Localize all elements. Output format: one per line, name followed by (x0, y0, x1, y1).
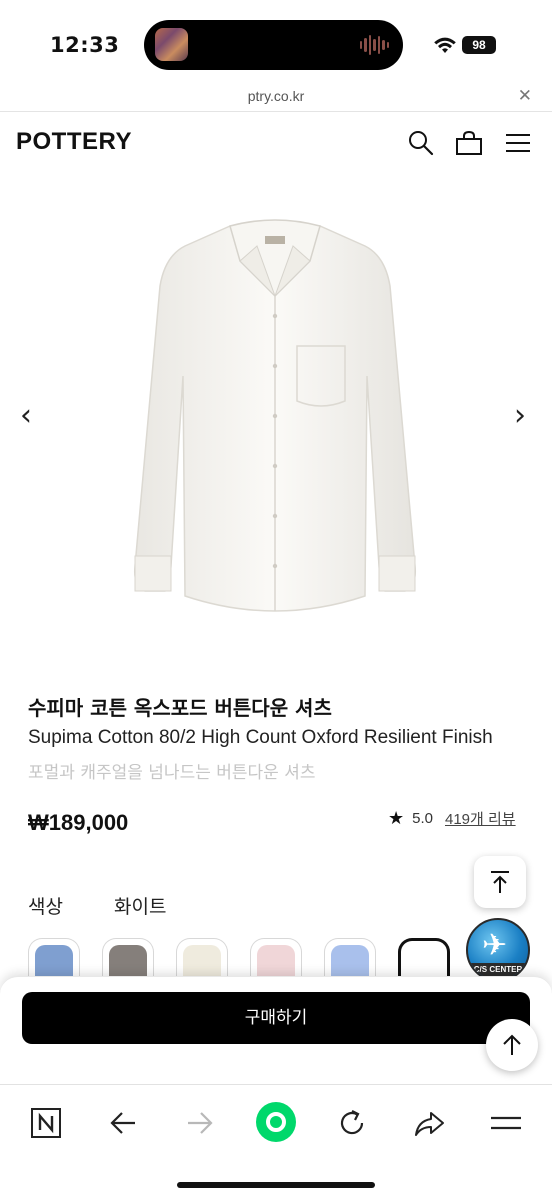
color-option-label: 색상 (28, 896, 63, 918)
scroll-top-icon (491, 871, 509, 893)
now-playing-art (155, 28, 188, 61)
rating-value: 5.0 (412, 810, 433, 827)
shopping-bag-icon[interactable] (455, 129, 483, 157)
menu-icon[interactable] (486, 1103, 526, 1143)
product-gallery[interactable]: ‹ › (0, 176, 552, 656)
forward-arrow-icon[interactable] (180, 1103, 220, 1143)
color-option-value: 화이트 (114, 896, 167, 918)
cs-center-button[interactable]: ✈ C/S CENTER (466, 918, 530, 982)
share-icon[interactable] (409, 1103, 449, 1143)
site-logo[interactable]: POTTERY (16, 128, 132, 156)
green-home-icon[interactable] (254, 1100, 298, 1144)
purchase-panel: 구매하기 (0, 976, 552, 1084)
arrow-up-icon (503, 1034, 521, 1055)
naver-n-icon[interactable] (26, 1103, 66, 1143)
back-to-top-button[interactable] (486, 1019, 538, 1071)
site-header: POTTERY (0, 112, 552, 176)
home-indicator (177, 1182, 375, 1188)
battery-icon: 98 (462, 36, 496, 54)
product-subtitle: Supima Cotton 80/2 High Count Oxford Res… (28, 727, 493, 748)
product-image (133, 219, 417, 612)
url-text[interactable]: ptry.co.kr (0, 88, 552, 104)
star-icon: ★ (388, 808, 405, 828)
cs-center-label: C/S CENTER (468, 963, 528, 976)
status-time: 12:33 (50, 33, 120, 57)
wifi-icon (434, 37, 456, 53)
product-title: 수피마 코튼 옥스포드 버튼다운 셔츠 (28, 696, 332, 720)
product-description: 포멀과 캐주얼을 넘나드는 버튼다운 셔츠 (28, 763, 316, 783)
product-rating: ★ 5.0 419개 리뷰 (388, 808, 516, 829)
back-arrow-icon[interactable] (103, 1103, 143, 1143)
search-icon[interactable] (407, 129, 435, 157)
audio-wave-icon (359, 34, 389, 56)
buy-button[interactable]: 구매하기 (22, 992, 530, 1044)
reload-icon[interactable] (332, 1103, 372, 1143)
gallery-prev-arrow[interactable]: ‹ (20, 398, 32, 433)
dynamic-island[interactable] (144, 20, 403, 70)
scroll-to-top-button[interactable] (474, 856, 526, 908)
hamburger-menu-icon[interactable] (505, 129, 531, 157)
gallery-next-arrow[interactable]: › (514, 398, 526, 433)
status-bar: 12:33 98 (0, 0, 552, 82)
reviews-link[interactable]: 419개 리뷰 (445, 808, 516, 829)
close-icon[interactable]: ✕ (518, 86, 532, 106)
product-price: ₩189,000 (28, 810, 129, 835)
airplane-icon: ✈ (482, 928, 508, 963)
url-bar[interactable]: ptry.co.kr ✕ (0, 82, 552, 112)
